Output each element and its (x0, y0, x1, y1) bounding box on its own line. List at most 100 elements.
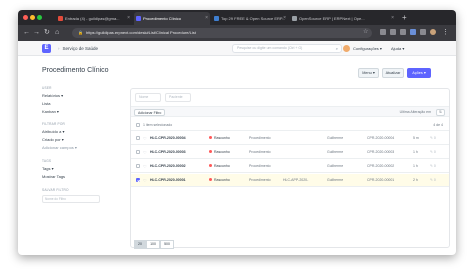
table-row[interactable]: ♡ HLC-CPR-2020-00002 Rascunho Procedimen… (131, 160, 449, 173)
patient: CPR-2020-00003 (367, 150, 395, 154)
settings-label: Configurações (353, 46, 379, 51)
page-size-500-button[interactable]: 500 (160, 240, 174, 249)
search-input[interactable]: Pesquise ou digite um comando (Ctrl + G)… (232, 44, 342, 53)
table-row[interactable]: ♡ HLC-CPR-2020-00003 Rascunho Procedimen… (131, 146, 449, 159)
close-tab-icon[interactable]: × (391, 12, 394, 25)
row-checkbox[interactable] (136, 150, 140, 154)
sidebar-item-label: Atribuído a (42, 129, 62, 134)
forward-icon[interactable]: → (33, 27, 40, 38)
sidebar-item-show-tags[interactable]: Mostrar Tags (42, 174, 65, 179)
extension-icon[interactable] (400, 29, 406, 35)
back-icon[interactable]: ← (23, 27, 30, 38)
menu-button[interactable]: Menu ▾ (358, 68, 379, 78)
row-checkbox[interactable] (136, 136, 140, 140)
like-icon[interactable]: ♡ (143, 174, 147, 187)
list-panel: Nome Paciente Adicionar Filtro Ultima Al… (130, 88, 450, 248)
modified-age: 1 h (413, 150, 418, 154)
extension-icon[interactable] (390, 29, 396, 35)
sort-selector[interactable]: Ultima Alteração em (400, 107, 431, 118)
row-checkbox[interactable] (136, 164, 140, 168)
sidebar-item-kanban[interactable]: Kanban ▾ (42, 109, 59, 114)
page-size-20-button[interactable]: 20 (134, 240, 146, 249)
status-text: Rascunho (214, 178, 230, 182)
row-checkbox[interactable] (136, 178, 140, 182)
sidebar-item-add-fields[interactable]: Adicionar campos ▾ (42, 145, 77, 150)
lock-icon: 🔒 (78, 30, 83, 35)
name-filter-input[interactable]: Nome (135, 93, 161, 102)
sidebar-item-created-by[interactable]: Criado por ▾ (42, 137, 64, 142)
row-name-link[interactable]: HLC-CPR-2020-00002 (150, 160, 204, 173)
comment-icon[interactable]: ✎ 0 (430, 146, 436, 159)
select-all-checkbox[interactable] (136, 123, 140, 127)
tab-title: Entrada (4) - guildipas@gma... (65, 16, 120, 21)
practitioner: Guilherme (327, 164, 344, 168)
close-window-icon[interactable] (23, 15, 28, 20)
status-text: Rascunho (214, 136, 230, 140)
add-filter-button[interactable]: Adicionar Filtro (134, 109, 166, 116)
status-badge: Rascunho (209, 160, 245, 173)
actions-label: Ações (412, 71, 423, 75)
browser-tab-gmail[interactable]: Entrada (4) - guildipas@gma... × (56, 12, 132, 25)
sidebar-item-assigned-to[interactable]: Atribuído a ▾ (42, 129, 64, 134)
close-tab-icon[interactable]: × (127, 12, 130, 25)
minimize-window-icon[interactable] (30, 15, 35, 20)
erpnext-logo[interactable]: E (42, 44, 51, 53)
close-tab-icon[interactable]: × (283, 12, 286, 25)
new-tab-icon[interactable]: + (402, 12, 407, 23)
reload-icon[interactable]: ↻ (44, 27, 50, 38)
browser-tab-erpnext[interactable]: Procedimento Clínico × (134, 12, 210, 25)
url-field[interactable]: 🔒 https://guildipas.erpnext.com/desk#Lis… (72, 28, 372, 38)
url-text: https://guildipas.erpnext.com/desk#List/… (86, 30, 196, 35)
comment-icon[interactable]: ✎ 0 (430, 132, 436, 145)
sidebar-item-tags[interactable]: Tags ▾ (42, 166, 54, 171)
status-badge: Rascunho (209, 132, 245, 145)
actions-button[interactable]: Ações ▾ (407, 68, 431, 78)
refresh-button[interactable]: Atualizar (382, 68, 404, 78)
browser-tab-erp-list[interactable]: Top 29 FREE & Open Source ERP... × (212, 12, 288, 25)
browser-tab-opensource-erp[interactable]: OpenSource ERP | ERPNext | Ope... × (290, 12, 396, 25)
like-icon[interactable]: ♡ (143, 160, 147, 173)
status-dot (209, 136, 212, 139)
browser-menu-icon[interactable]: ⋮ (442, 27, 449, 38)
sidebar-item-list[interactable]: Lista (42, 101, 50, 106)
sidebar-heading-save-filter: SALVAR FILTRO (42, 188, 69, 192)
sort-order-icon[interactable]: ⇅ (436, 109, 445, 116)
status-text: Rascunho (214, 150, 230, 154)
filter-name-input[interactable]: Nome do Filtro (42, 195, 100, 203)
close-tab-icon[interactable]: × (205, 12, 208, 25)
status-dot (209, 164, 212, 167)
table-row[interactable]: ♡ HLC-CPR-2020-00004 Rascunho Procedimen… (131, 132, 449, 145)
list-header: 1 item selecionado 4 de 4 (131, 119, 449, 131)
settings-dropdown[interactable]: Configurações ▾ (353, 41, 382, 56)
bookmark-star-icon[interactable]: ☆ (363, 27, 368, 38)
table-row[interactable]: ♡ HLC-CPR-2020-00001 Rascunho Procedimen… (131, 174, 449, 187)
status-dot (209, 178, 212, 181)
status-badge: Rascunho (209, 174, 245, 187)
avatar[interactable] (343, 45, 350, 52)
maximize-window-icon[interactable] (37, 15, 42, 20)
extension-icon[interactable] (410, 29, 416, 35)
help-dropdown[interactable]: Ajuda ▾ (391, 41, 404, 56)
practitioner: Guilherme (327, 150, 344, 154)
patient-filter-input[interactable]: Paciente (165, 93, 191, 102)
page-size-100-button[interactable]: 100 (146, 240, 160, 249)
home-icon[interactable]: ⌂ (55, 27, 59, 38)
sidebar-item-reports[interactable]: Relatórios ▾ (42, 93, 63, 98)
status-dot (209, 150, 212, 153)
row-name-link[interactable]: HLC-CPR-2020-00004 (150, 132, 204, 145)
procedure-type: Procedimento (249, 150, 271, 154)
extension-icon[interactable] (380, 29, 386, 35)
appointment: HLC-APP-2020- (283, 178, 309, 182)
like-icon[interactable]: ♡ (143, 132, 147, 145)
comment-icon[interactable]: ✎ 0 (430, 174, 436, 187)
comment-icon[interactable]: ✎ 0 (430, 160, 436, 173)
like-icon[interactable]: ♡ (143, 146, 147, 159)
extension-icon[interactable] (420, 29, 426, 35)
search-placeholder: Pesquise ou digite um comando (Ctrl + G) (237, 46, 303, 50)
breadcrumb[interactable]: › Serviço de Saúde (58, 41, 98, 56)
profile-icon[interactable] (430, 29, 436, 35)
sidebar-heading-user: USER (42, 86, 52, 90)
row-name-link[interactable]: HLC-CPR-2020-00003 (150, 146, 204, 159)
practitioner: Guilherme (327, 136, 344, 140)
row-name-link[interactable]: HLC-CPR-2020-00001 (150, 174, 204, 187)
